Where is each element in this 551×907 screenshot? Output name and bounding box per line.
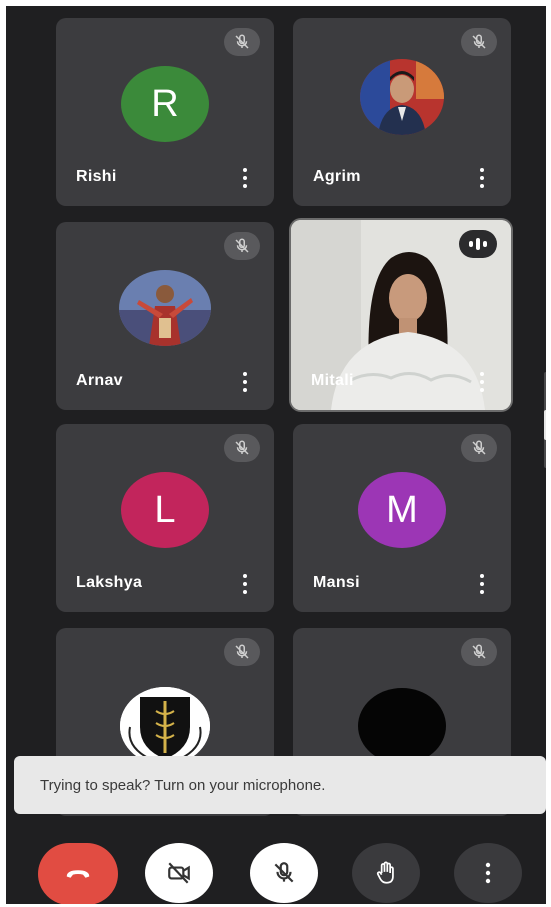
mic-muted-icon (461, 638, 497, 666)
avatar: M (358, 472, 446, 549)
avatar (358, 687, 446, 764)
raise-hand-icon (377, 861, 394, 884)
mic-muted-icon (224, 28, 260, 56)
participant-name: Lakshya (76, 574, 143, 591)
phone-hangup-icon (66, 870, 90, 878)
participant-tile-mitali[interactable]: Mitali (291, 220, 511, 410)
scrollbar-thumb[interactable] (544, 410, 546, 440)
participant-name: Mitali (311, 372, 354, 389)
mic-muted-icon (224, 434, 260, 462)
end-call-button[interactable] (38, 843, 118, 904)
participant-name: Rishi (76, 168, 117, 185)
participant-name: Mansi (313, 574, 360, 591)
mic-muted-icon (461, 28, 497, 56)
microphone-toggle-button[interactable] (250, 843, 318, 903)
avatar: R (121, 66, 209, 143)
participant-name: Arnav (76, 372, 123, 389)
meeting-screen: R Rishi Agrim Arnav Mitali L Lakshya M M… (6, 6, 546, 904)
more-vertical-icon (485, 862, 491, 884)
participant-tile-mansi[interactable]: M Mansi (293, 424, 511, 612)
toast-message: Trying to speak? Turn on your microphone… (40, 776, 326, 794)
scrollbar[interactable] (544, 372, 546, 468)
avatar-photo (360, 58, 444, 135)
participant-tile-lakshya[interactable]: L Lakshya (56, 424, 274, 612)
participant-tile-arnav[interactable]: Arnav (56, 222, 274, 410)
tile-more-options-icon[interactable] (238, 166, 252, 190)
camera-off-icon (168, 862, 190, 884)
mic-muted-icon (461, 434, 497, 462)
tile-more-options-icon[interactable] (475, 166, 489, 190)
participant-tile-rishi[interactable]: R Rishi (56, 18, 274, 206)
participant-name: Agrim (313, 168, 361, 185)
speaking-indicator-icon (459, 230, 497, 258)
camera-toggle-button[interactable] (145, 843, 213, 903)
participant-tile-agrim[interactable]: Agrim (293, 18, 511, 206)
avatar: L (121, 472, 209, 549)
tile-more-options-icon[interactable] (238, 572, 252, 596)
raise-hand-button[interactable] (352, 843, 420, 903)
tile-more-options-icon[interactable] (475, 572, 489, 596)
microphone-toast: Trying to speak? Turn on your microphone… (14, 756, 546, 814)
more-options-button[interactable] (454, 843, 522, 903)
mic-muted-icon (224, 638, 260, 666)
tile-more-options-icon[interactable] (238, 370, 252, 394)
mic-muted-icon (224, 232, 260, 260)
avatar-photo (119, 270, 211, 347)
tile-more-options-icon[interactable] (475, 370, 489, 394)
emblem-avatar (120, 686, 210, 765)
mic-off-icon (274, 862, 294, 883)
